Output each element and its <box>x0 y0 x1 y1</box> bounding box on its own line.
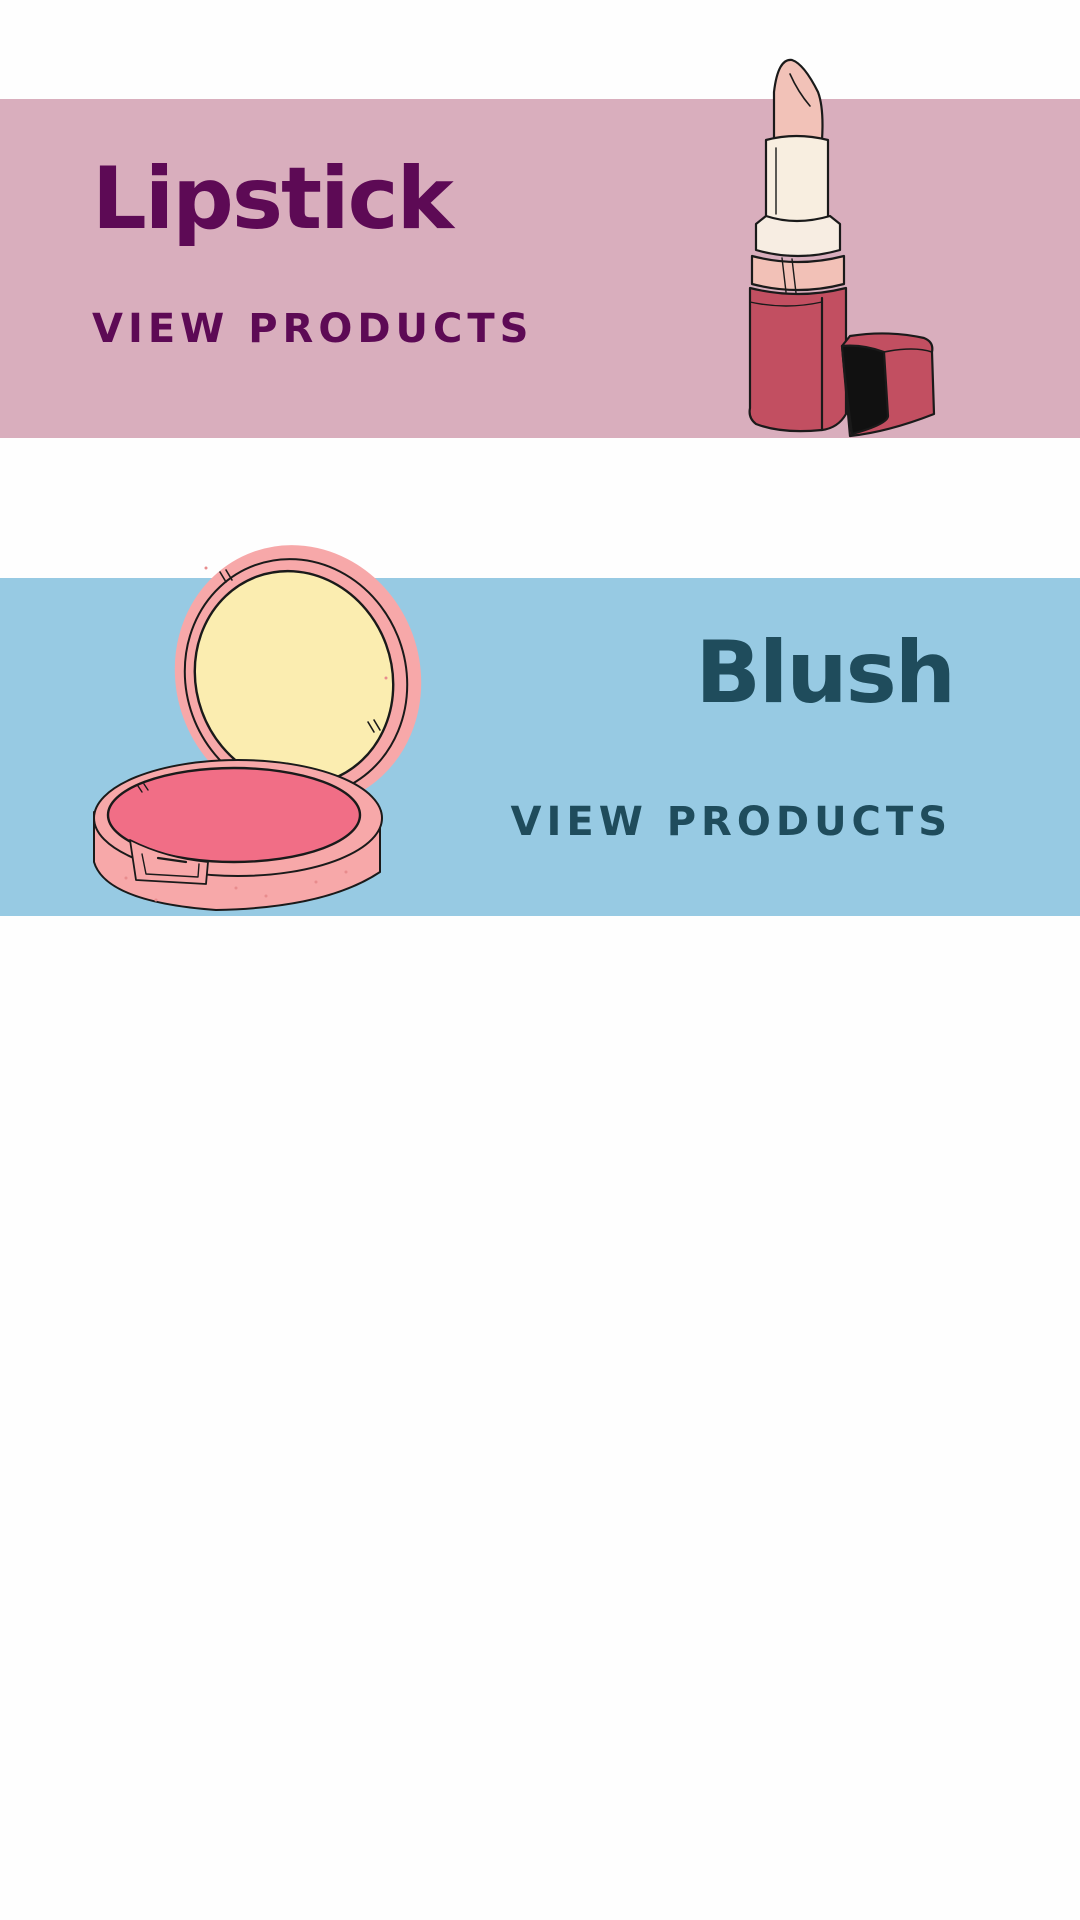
blush-view-products-button[interactable]: VIEW PRODUCTS <box>511 802 952 842</box>
blush-compact-icon <box>93 545 422 911</box>
blush-title: Blush <box>695 623 956 723</box>
lipstick-icon <box>748 58 936 438</box>
lipstick-view-products-button[interactable]: VIEW PRODUCTS <box>92 309 533 349</box>
lipstick-title: Lipstick <box>92 149 454 249</box>
